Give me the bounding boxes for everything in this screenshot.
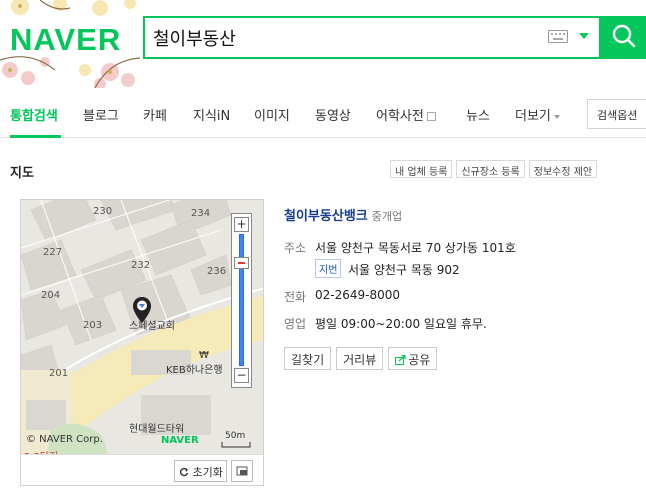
street-view-button[interactable]: 거리뷰: [336, 347, 384, 370]
tab-dictionary[interactable]: 어학사전: [376, 105, 436, 124]
hours-label: 영업: [284, 317, 307, 331]
suggest-edit-button[interactable]: 정보수정 제안: [528, 160, 598, 178]
search-options-button[interactable]: 검색옵션: [587, 99, 646, 129]
map-road-number: 203: [83, 320, 103, 331]
hours-value: 평일 09:00~20:00 일요일 휴무.: [315, 317, 487, 331]
zoom-in-button[interactable]: +: [234, 217, 249, 232]
register-business-button[interactable]: 내 업체 등록: [390, 160, 453, 178]
map-road-number: 234: [191, 208, 211, 219]
jibeon-badge: 지번: [315, 259, 342, 278]
map-reset-label: 초기화: [192, 466, 223, 479]
new-window-icon: [426, 112, 436, 121]
autocomplete-toggle-icon[interactable]: [579, 33, 589, 39]
place-name-highlight: 철이부동산: [284, 209, 344, 224]
search-tab-bar: 통합검색 블로그 카페 지식iN 이미지 동영상 어학사전 뉴스 더보기: [0, 96, 646, 138]
share-label: 공유: [408, 353, 431, 367]
map-poi-tower: 현대월드타워: [129, 424, 185, 435]
tab-dictionary-label: 어학사전: [376, 109, 424, 124]
place-name-link[interactable]: 철이부동산뱅크 중개업: [284, 205, 402, 224]
register-place-button[interactable]: 신규장소 등록: [456, 160, 525, 178]
map-type-icon: [236, 466, 248, 476]
search-button[interactable]: [601, 16, 646, 59]
search-icon: [612, 24, 635, 48]
section-links: 내 업체 등록 신규장소 등록 정보수정 제안: [390, 160, 598, 178]
map-poi-bank: KEB하나은행: [166, 365, 223, 376]
zoom-slider-handle[interactable]: [234, 257, 249, 269]
place-category: 중개업: [371, 210, 403, 223]
place-name-rest: 뱅크: [343, 209, 368, 224]
chevron-down-icon: [553, 114, 560, 119]
tab-news[interactable]: 뉴스: [466, 105, 490, 124]
directions-button[interactable]: 길찾기: [284, 347, 332, 370]
jibeon-value: 서울 양천구 목동 902: [348, 263, 460, 277]
address-value: 서울 양천구 목동서로 70 상가동 101호: [315, 241, 516, 255]
tab-more[interactable]: 더보기: [515, 105, 560, 124]
phone-label: 전화: [284, 290, 307, 304]
share-button[interactable]: 공유: [388, 347, 438, 370]
phone-value: 02-2649-8000: [315, 288, 401, 302]
naver-logo[interactable]: NAVER: [10, 22, 121, 58]
bank-icon: ₩: [199, 350, 209, 361]
map-road-number: 201: [49, 368, 69, 379]
refresh-icon: [179, 467, 189, 477]
map-layer-button[interactable]: [231, 460, 253, 482]
map-footer: 초기화: [21, 454, 263, 485]
search-box: [143, 16, 601, 59]
tab-image[interactable]: 이미지: [254, 105, 290, 124]
map-reset-button[interactable]: 초기화: [174, 460, 227, 482]
search-input[interactable]: [153, 22, 533, 54]
header: NAVER: [0, 0, 646, 88]
zoom-control: + −: [231, 213, 252, 388]
tab-cafe[interactable]: 카페: [143, 105, 167, 124]
map-scale: 50m: [225, 431, 246, 441]
scale-bar-icon: [221, 442, 251, 448]
zoom-slider-track[interactable]: [239, 234, 244, 366]
tab-blog[interactable]: 블로그: [83, 105, 119, 124]
section-title: 지도: [10, 166, 34, 181]
keyboard-icon[interactable]: [548, 30, 568, 43]
map-road-number: 232: [131, 260, 151, 271]
place-actions: 길찾기 거리뷰 공유: [284, 347, 438, 370]
tab-integrated[interactable]: 통합검색: [10, 105, 58, 124]
active-tab-indicator: [10, 135, 61, 138]
tab-more-label: 더보기: [515, 109, 551, 124]
map-naver-logo: NAVER: [161, 435, 199, 446]
map-copyright: © NAVER Corp.: [26, 434, 103, 445]
share-icon: [395, 355, 406, 365]
map-road-number: 230: [93, 206, 113, 217]
address-label: 주소: [284, 241, 307, 255]
zoom-out-button[interactable]: −: [234, 368, 249, 383]
map-poi-church: 스페셜교회: [129, 321, 175, 332]
map-view[interactable]: 230 234 227 232 236 204 203 201 스페셜교회 ₩ …: [20, 199, 264, 486]
tab-video[interactable]: 동영상: [315, 105, 351, 124]
map-road-number: 236: [207, 266, 227, 277]
tab-kin[interactable]: 지식iN: [193, 105, 230, 124]
map-road-number: 227: [43, 247, 63, 258]
map-road-number: 204: [41, 290, 61, 301]
